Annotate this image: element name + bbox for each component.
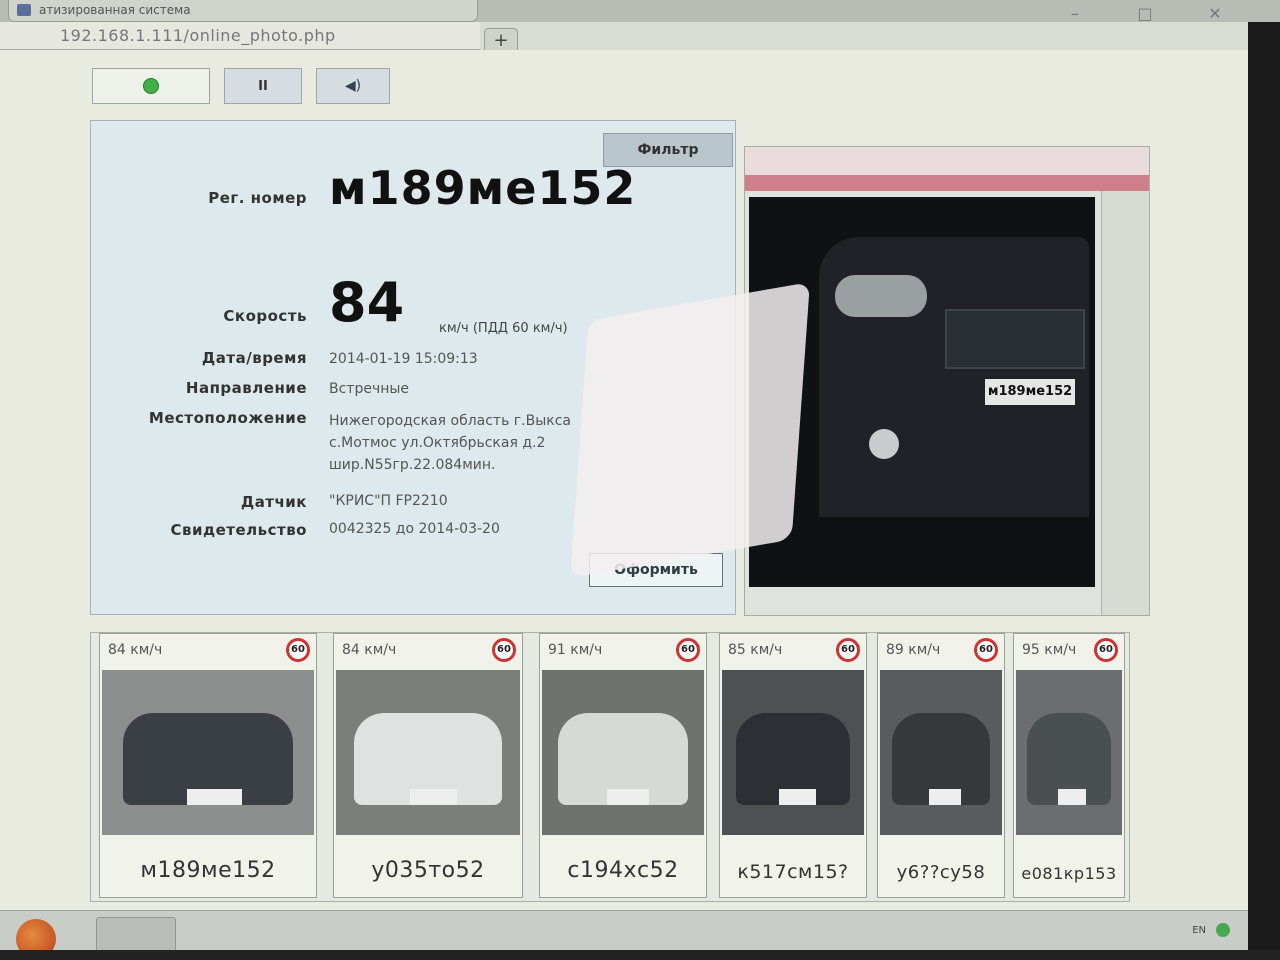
headlight-shape	[835, 275, 927, 317]
thumbnail-photo	[722, 670, 864, 835]
side-scrollbar[interactable]	[1101, 191, 1149, 615]
speed-value: 84	[329, 271, 405, 334]
thumbnail-card[interactable]: 85 км/ч 60 к517см15?	[719, 633, 867, 898]
sound-button[interactable]: ◀)	[316, 68, 390, 104]
datetime-label: Дата/время	[201, 349, 307, 367]
laptop-bezel-bottom	[0, 950, 1280, 960]
thumbnail-plate: е081кр153	[1021, 864, 1117, 883]
certificate-label: Свидетельство	[170, 521, 307, 539]
thumbnail-photo	[1016, 670, 1122, 835]
location-label: Местоположение	[148, 409, 307, 427]
close-icon[interactable]: ✕	[1200, 6, 1230, 22]
tab-title: атизированная система	[39, 3, 191, 17]
network-status-icon[interactable]	[1216, 923, 1230, 937]
screen-glare	[570, 282, 810, 578]
thumbnail-card[interactable]: 95 км/ч 60 е081кр153	[1013, 633, 1125, 898]
site-favicon-icon	[17, 4, 31, 16]
thumbnail-card[interactable]: 84 км/ч 60 м189ме152	[99, 633, 317, 898]
car-plate-shape	[606, 788, 649, 806]
reg-number-value: м189ме152	[329, 161, 637, 215]
car-plate-shape	[778, 788, 816, 806]
thumbnail-photo	[542, 670, 704, 835]
speaker-icon: ◀)	[344, 78, 362, 94]
car-plate-shape	[409, 788, 458, 806]
sensor-label: Датчик	[240, 493, 307, 511]
speed-limit-icon: 60	[676, 638, 700, 662]
pause-icon: II	[258, 78, 268, 94]
maximize-icon[interactable]: □	[1130, 6, 1160, 22]
pause-button[interactable]: II	[224, 68, 302, 104]
direction-label: Направление	[185, 379, 307, 397]
thumbnail-plate: к517см15?	[737, 861, 849, 883]
language-indicator[interactable]: EN	[1192, 925, 1206, 936]
thumbnail-plate: у6??су58	[896, 862, 986, 883]
thumbnail-plate: с194хс52	[567, 858, 679, 883]
photo-header	[745, 147, 1149, 191]
speed-label: Скорость	[223, 307, 307, 325]
thumbnail-speed: 85 км/ч	[728, 642, 783, 658]
thumbnail-speed: 84 км/ч	[342, 642, 397, 658]
photo-header-bar	[745, 175, 1149, 191]
thumbnail-speed: 84 км/ч	[108, 642, 163, 658]
location-line-1: Нижегородская область г.Выкса	[329, 413, 571, 429]
location-line-3: шир.N55гр.22.084мин.	[329, 457, 496, 473]
thumbnail-speed: 95 км/ч	[1022, 642, 1077, 658]
thumbnail-card[interactable]: 84 км/ч 60 у035то52	[333, 633, 523, 898]
thumbnail-card[interactable]: 89 км/ч 60 у6??су58	[877, 633, 1005, 898]
speed-limit-icon: 60	[492, 638, 516, 662]
vehicle-photo-panel: м189ме152	[744, 146, 1150, 616]
thumbnail-plate: у035то52	[371, 858, 485, 883]
thumbnail-photo	[102, 670, 314, 835]
sensor-value: "КРИС"П FP2210	[329, 493, 448, 509]
control-toolbar: II ◀)	[92, 68, 390, 104]
minimize-icon[interactable]: –	[1060, 6, 1090, 22]
thumbnail-speed: 89 км/ч	[886, 642, 941, 658]
status-button[interactable]	[92, 68, 210, 104]
system-tray: EN	[1192, 923, 1230, 937]
laptop-bezel-right	[1248, 22, 1280, 960]
datetime-value: 2014-01-19 15:09:13	[329, 351, 478, 367]
speed-limit-icon: 60	[1094, 638, 1118, 662]
direction-value: Встречные	[329, 381, 410, 397]
location-line-2: с.Мотмос ул.Октябрьская д.2	[329, 435, 546, 451]
status-green-icon	[143, 78, 159, 94]
thumbnail-photo	[336, 670, 520, 835]
url-text[interactable]: 192.168.1.111/online_photo.php	[60, 26, 336, 45]
thumbnail-card[interactable]: 91 км/ч 60 с194хс52	[539, 633, 707, 898]
foglight-shape	[869, 429, 899, 459]
speed-limit-icon: 60	[286, 638, 310, 662]
browser-tab[interactable]: атизированная система	[8, 0, 478, 22]
certificate-value: 0042325 до 2014-03-20	[329, 521, 500, 537]
grille-shape	[945, 309, 1085, 369]
window-controls: – □ ✕	[1060, 6, 1230, 22]
car-plate-shape	[1058, 788, 1086, 806]
speed-limit-icon: 60	[836, 638, 860, 662]
page-content: II ◀) Фильтр Рег. номер м189ме152 Скорос…	[0, 50, 1248, 910]
car-plate-shape	[928, 788, 961, 806]
recent-violations-strip: 84 км/ч 60 м189ме152 84 км/ч 60 у035то52…	[90, 632, 1130, 902]
car-plate-shape	[186, 788, 242, 806]
thumbnail-plate: м189ме152	[140, 858, 276, 883]
address-bar[interactable]: 192.168.1.111/online_photo.php	[0, 22, 480, 50]
thumbnail-photo	[880, 670, 1002, 835]
speed-limit-icon: 60	[974, 638, 998, 662]
thumbnail-speed: 91 км/ч	[548, 642, 603, 658]
reg-number-label: Рег. номер	[208, 189, 307, 207]
speed-unit: км/ч (ПДД 60 км/ч)	[439, 321, 568, 336]
photo-plate: м189ме152	[985, 379, 1075, 405]
